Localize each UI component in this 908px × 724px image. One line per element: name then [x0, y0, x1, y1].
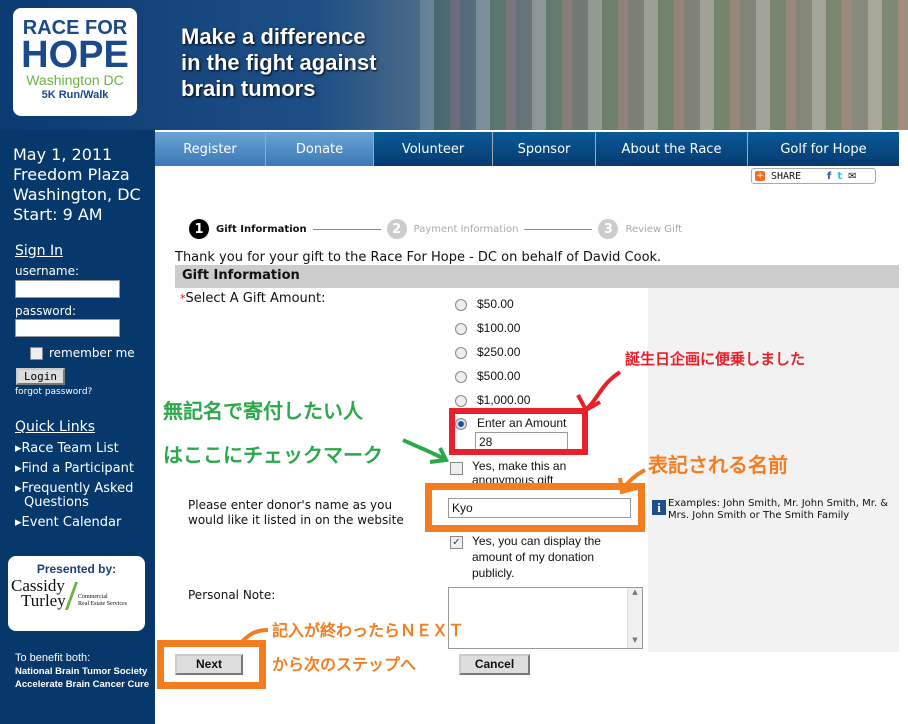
- annotation-next-2: から次のステップへ: [272, 655, 417, 674]
- annotation-next-1: 記入が終わったらＮＥＸＴ: [272, 621, 465, 640]
- annotation-anonymous-2: はここにチェックマーク: [163, 443, 383, 467]
- annotation-birthday: 誕生日企画に便乗しました: [625, 350, 806, 368]
- annotation-anonymous-1: 無記名で寄付したい人: [163, 399, 363, 423]
- annotation-display-name: 表記される名前: [648, 453, 788, 477]
